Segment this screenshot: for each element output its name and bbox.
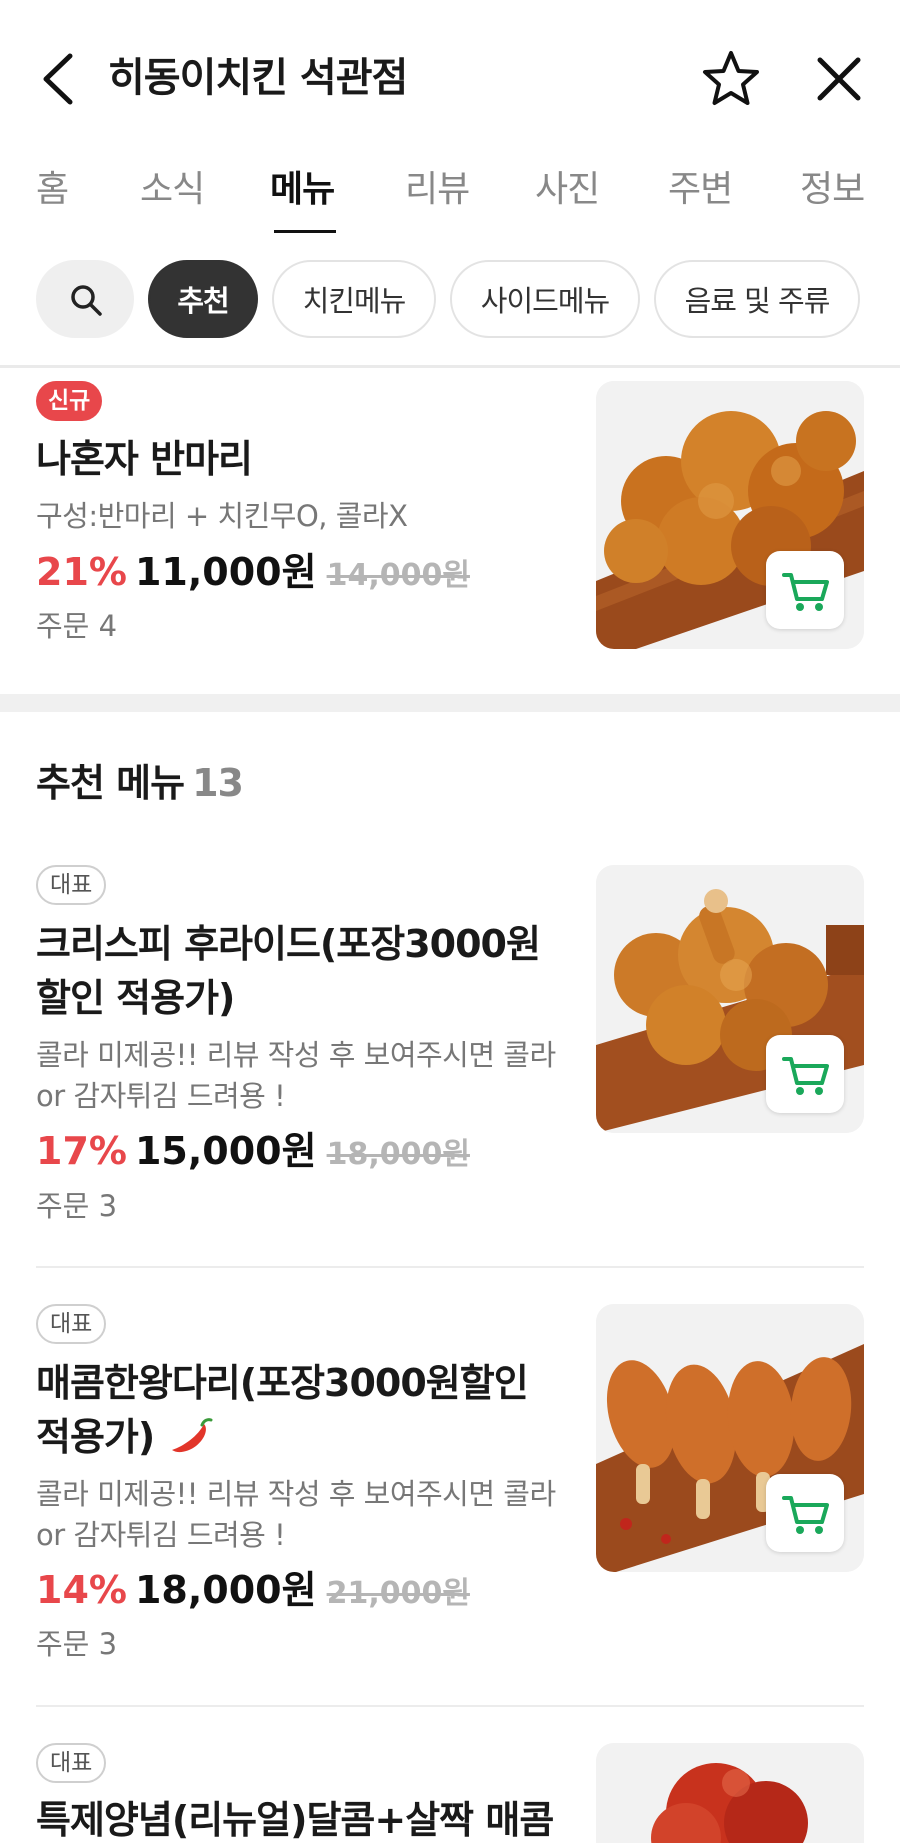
sale-price: 18,000원 [134,1568,317,1612]
add-to-cart-button[interactable] [766,1035,844,1113]
add-to-cart-button[interactable] [766,1474,844,1552]
section-divider [0,694,900,712]
tab-home[interactable]: 홈 [36,160,69,220]
original-price: 14,000원 [326,558,470,593]
menu-item-name: 매콤한왕다리(포장3000원할인 적용가) [36,1356,556,1464]
active-tab-indicator [274,230,336,233]
menu-item-image [596,865,864,1133]
spicy-pepper-icon [172,1418,213,1453]
close-icon[interactable] [812,52,866,106]
original-price: 21,000원 [326,1576,470,1611]
section-title: 추천 메뉴 13 [36,756,244,810]
tab-news[interactable]: 소식 [140,160,205,220]
cart-icon [782,1057,829,1095]
cart-icon [782,573,829,611]
price-row: 21% 11,000원 14,000원 [36,547,470,601]
chip-drinks[interactable]: 음료 및 주류 [654,260,860,338]
tab-photo[interactable]: 사진 [535,160,600,220]
new-badge: 신규 [36,381,103,421]
tab-review[interactable]: 리뷰 [405,160,470,220]
item-separator [36,1705,864,1707]
chip-recommended[interactable]: 추천 [148,260,258,338]
sale-price: 11,000원 [134,550,317,594]
price-row: 14% 18,000원 21,000원 [36,1565,470,1619]
order-count: 주문 3 [36,1189,118,1223]
menu-item-name: 나혼자 반마리 [36,437,253,481]
menu-item-description: 구성:반마리 + 치킨무O, 콜라X [36,499,408,533]
tab-nearby[interactable]: 주변 [668,160,733,220]
divider [0,365,900,368]
seasoned-chicken-image [596,1743,864,1843]
chip-chicken-menu[interactable]: 치킨메뉴 [272,260,436,338]
menu-item-description: 콜라 미제공!! 리뷰 작성 후 보여주시면 콜라or 감자튀김 드려용 ! [36,1477,556,1552]
menu-item-name: 특제양념(리뉴얼)달콤+살짝 매콤 [36,1798,554,1842]
sale-price: 15,000원 [134,1129,317,1173]
tab-info[interactable]: 정보 [800,160,865,220]
order-count: 주문 3 [36,1627,118,1661]
menu-item-image [596,1743,864,1843]
signature-badge: 대표 [36,865,107,905]
discount-rate: 17% [36,1129,127,1173]
menu-search-button[interactable] [36,260,134,338]
chip-side-menu[interactable]: 사이드메뉴 [450,260,640,338]
discount-rate: 14% [36,1568,127,1612]
menu-filter-chips: 추천 치킨메뉴 사이드메뉴 음료 및 주류 [0,258,900,348]
menu-item-name: 크리스피 후라이드(포장3000원할인 적용가) [36,922,541,1020]
signature-badge: 대표 [36,1743,107,1783]
section-title-text: 추천 메뉴 [36,761,185,805]
app-header: 히동이치킨 석관점 [0,0,900,155]
section-count: 13 [192,761,244,805]
store-title: 히동이치킨 석관점 [108,55,408,101]
order-count: 주문 4 [36,609,118,643]
original-price: 18,000원 [326,1137,470,1172]
menu-item-image [596,381,864,649]
item-separator [36,1266,864,1268]
star-outline-icon[interactable] [700,48,762,110]
cart-icon [782,1496,829,1534]
signature-badge: 대표 [36,1304,107,1344]
tab-menu[interactable]: 메뉴 [270,160,335,220]
discount-rate: 21% [36,550,127,594]
store-tab-bar: 홈 소식 메뉴 리뷰 사진 주변 정보 [0,150,900,240]
search-icon [71,285,102,316]
add-to-cart-button[interactable] [766,551,844,629]
menu-item-name-text: 매콤한왕다리(포장3000원할인 적용가) [36,1361,529,1459]
chevron-left-icon[interactable] [36,48,82,110]
menu-item-description: 콜라 미제공!! 리뷰 작성 후 보여주시면 콜라or 감자튀김 드려용 ! [36,1038,556,1113]
price-row: 17% 15,000원 18,000원 [36,1126,470,1180]
menu-item-image [596,1304,864,1572]
